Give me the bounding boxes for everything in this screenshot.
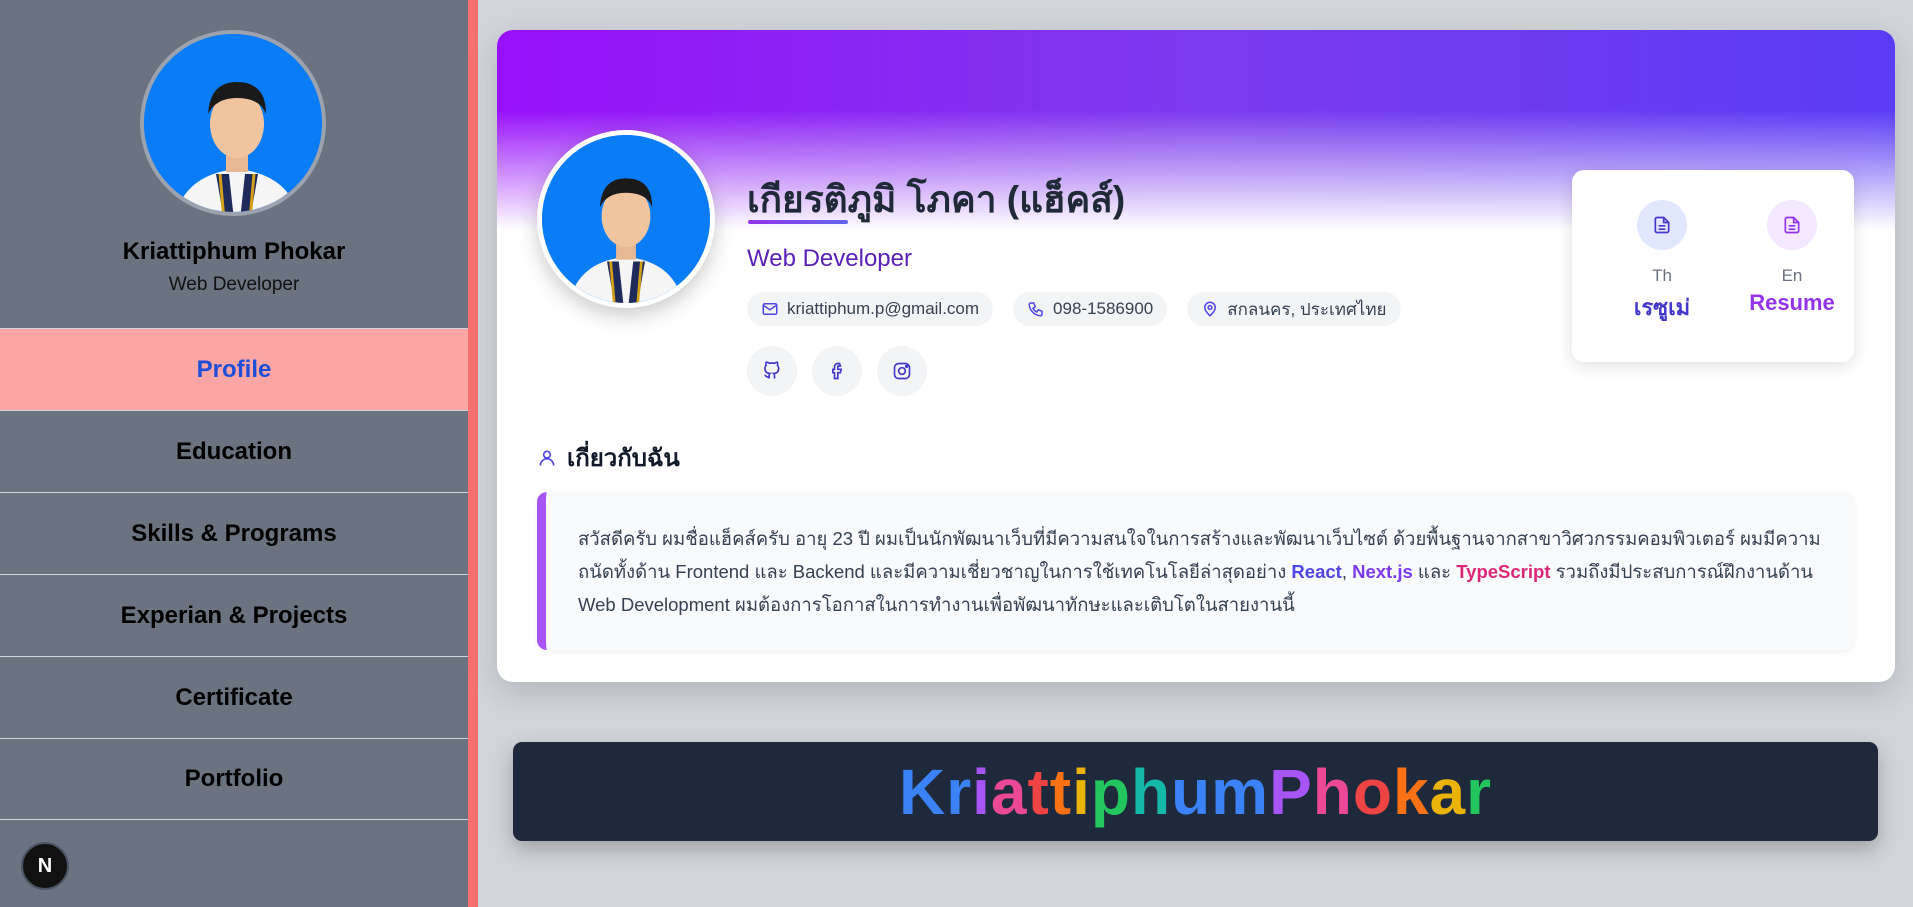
mail-icon <box>762 303 778 315</box>
nav-item-certificate[interactable]: Certificate <box>0 656 468 738</box>
github-button[interactable] <box>747 346 797 396</box>
rainbow-letter: k <box>1392 755 1430 828</box>
nav-item-education[interactable]: Education <box>0 410 468 492</box>
rainbow-letter: p <box>1090 755 1131 828</box>
instagram-icon <box>893 362 911 380</box>
sidebar-role: Web Developer <box>168 274 300 295</box>
sidebar: Kriattiphum Phokar Web Developer Profile… <box>0 0 478 907</box>
sidebar-avatar <box>140 30 326 216</box>
resume-en-lang: En <box>1781 266 1803 285</box>
social-links <box>747 346 927 396</box>
phone-text: 098-1586900 <box>1053 299 1154 318</box>
location-text: สกลนคร, ประเทศไทย <box>1227 299 1387 319</box>
next-badge-button[interactable]: N <box>21 842 69 890</box>
keyword-nextjs: Next.js <box>1352 561 1413 582</box>
rainbow-letter: K <box>898 755 947 828</box>
phone-icon <box>1028 302 1043 317</box>
profile-card: เกียรติภูมิ โภคา (แฮ็คส์) Web Developer … <box>497 30 1895 682</box>
keyword-typescript: TypeScript <box>1456 561 1551 582</box>
rainbow-letter: t <box>1049 755 1073 828</box>
about-heading-text: เกี่ยวกับฉัน <box>567 445 680 472</box>
document-icon <box>1767 200 1817 250</box>
rainbow-letter: a <box>990 755 1028 828</box>
facebook-button[interactable] <box>812 346 862 396</box>
resume-panel: Th เรซูเม่ En Resume <box>1572 170 1854 362</box>
map-pin-icon <box>1204 301 1217 317</box>
location-chip: สกลนคร, ประเทศไทย <box>1187 292 1401 326</box>
rainbow-letter: u <box>1171 755 1212 828</box>
sidebar-name: Kriattiphum Phokar <box>122 238 346 265</box>
nav-item-experience[interactable]: Experian & Projects <box>0 574 468 656</box>
email-text: kriattiphum.p@gmail.com <box>787 299 980 318</box>
about-text: สวัสดีครับ ผมชื่อแฮ็คส์ครับ อายุ 23 ปี ผ… <box>537 492 1854 650</box>
profile-role: Web Developer <box>747 245 912 272</box>
rainbow-letter: P <box>1269 755 1313 828</box>
email-chip[interactable]: kriattiphum.p@gmail.com <box>747 292 994 326</box>
rainbow-letter: r <box>1466 755 1493 828</box>
about-separator-2: และ <box>1412 561 1457 582</box>
resume-th-lang: Th <box>1652 266 1672 285</box>
sidebar-nav: Profile Education Skills & Programs Expe… <box>0 328 468 820</box>
nav-item-skills[interactable]: Skills & Programs <box>0 492 468 574</box>
rainbow-letter: h <box>1130 755 1172 828</box>
nav-item-portfolio[interactable]: Portfolio <box>0 738 468 820</box>
contact-list: kriattiphum.p@gmail.com 098-1586900 สกลน… <box>747 292 1401 326</box>
name-underline <box>748 220 848 224</box>
rainbow-letter: i <box>972 755 991 828</box>
resume-th-button[interactable]: Th เรซูเม่ <box>1612 200 1712 325</box>
nav-item-profile[interactable]: Profile <box>0 328 468 410</box>
user-icon <box>539 450 555 466</box>
rainbow-letter: t <box>1027 755 1050 828</box>
name-banner: KriattiphumPhokar <box>513 742 1878 841</box>
resume-en-button[interactable]: En Resume <box>1742 200 1842 316</box>
about-separator-1: , <box>1341 561 1353 582</box>
rainbow-letter: i <box>1072 755 1091 828</box>
rainbow-letter: a <box>1429 755 1467 828</box>
keyword-react: React <box>1291 561 1342 582</box>
instagram-button[interactable] <box>877 346 927 396</box>
rainbow-letter: m <box>1211 755 1270 828</box>
facebook-icon <box>832 362 843 380</box>
profile-avatar <box>537 130 715 308</box>
resume-th-label: เรซูเม่ <box>1633 295 1691 320</box>
rainbow-letter: o <box>1352 755 1393 828</box>
phone-chip[interactable]: 098-1586900 <box>1013 292 1168 326</box>
rainbow-name: KriattiphumPhokar <box>899 755 1492 829</box>
github-icon <box>764 361 780 379</box>
rainbow-letter: h <box>1312 755 1353 828</box>
document-icon <box>1637 200 1687 250</box>
about-heading: เกี่ยวกับฉัน <box>537 438 680 477</box>
rainbow-letter: r <box>946 755 973 828</box>
resume-en-label: Resume <box>1749 290 1835 315</box>
